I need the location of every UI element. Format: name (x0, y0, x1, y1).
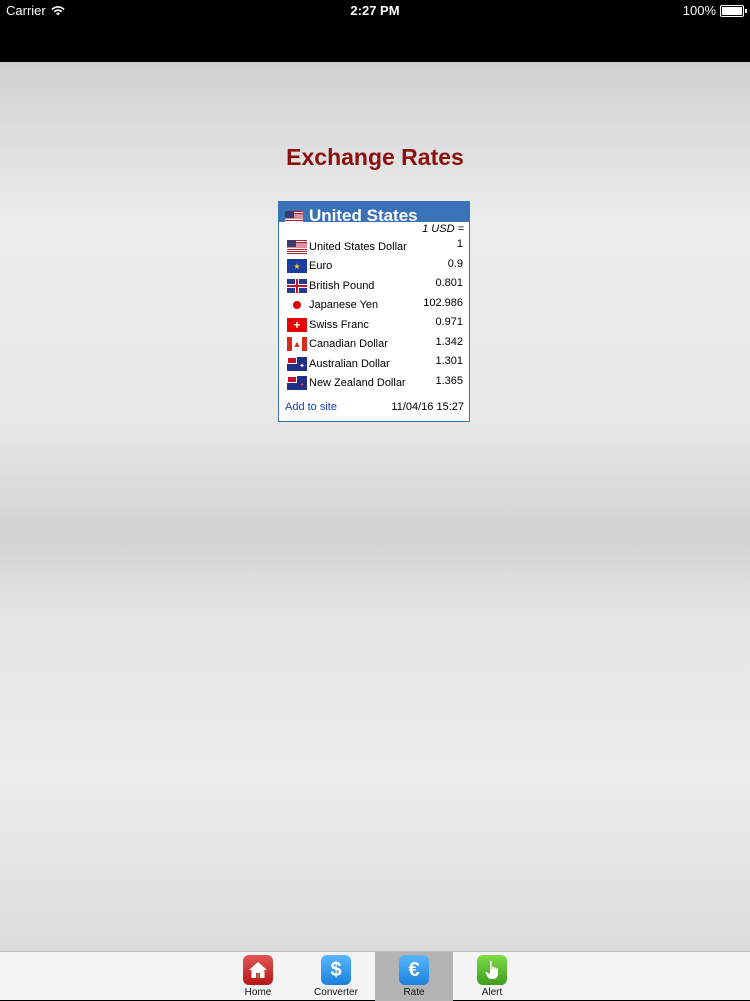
rate-row-chf: + Swiss Franc 0.971 (279, 315, 469, 335)
currency-value: 1 (456, 238, 463, 250)
tab-label: Rate (403, 987, 425, 998)
currency-value: 0.801 (435, 277, 463, 289)
hand-pointer-icon (477, 955, 507, 985)
rate-row-usd: United States Dollar 1 (279, 237, 469, 257)
rates-list: United States Dollar 1 ★ Euro 0.9 Britis… (279, 237, 469, 393)
main-content: Exchange Rates United States 1 USD = Uni… (0, 62, 750, 951)
rate-row-eur: ★ Euro 0.9 (279, 257, 469, 277)
rate-row-jpy: Japanese Yen 102.986 (279, 296, 469, 316)
rate-row-cad: ▲ Canadian Dollar 1.342 (279, 335, 469, 355)
au-flag-icon: ✦ (287, 356, 307, 371)
ca-flag-icon: ▲ (287, 337, 307, 352)
currency-value: 0.9 (447, 257, 463, 270)
currency-value: 1.301 (435, 355, 463, 367)
tab-label: Home (244, 987, 272, 998)
eu-flag-icon: ★ (287, 259, 307, 274)
clock: 2:27 PM (350, 3, 400, 18)
jp-flag-icon (287, 298, 307, 313)
currency-value: 102.986 (423, 296, 463, 309)
status-right: 100% (682, 3, 747, 18)
status-bar: Carrier 2:27 PM 100% (0, 0, 750, 62)
rate-row-nzd: ✦ New Zealand Dollar 1.365 (279, 374, 469, 394)
tab-label: Alert (481, 987, 503, 998)
currency-value: 0.971 (435, 316, 463, 328)
home-icon (243, 955, 273, 985)
us-flag-icon (287, 239, 307, 254)
tab-home[interactable]: Home (219, 952, 297, 1001)
battery-percent: 100% (682, 3, 716, 18)
gb-flag-icon (287, 278, 307, 293)
widget-header: United States (279, 202, 469, 222)
exchange-rate-widget: United States 1 USD = United States Doll… (278, 201, 470, 422)
widget-footer: Add to site 11/04/16 15:27 (285, 401, 464, 413)
euro-icon: € (399, 955, 429, 985)
widget-header-title: United States (309, 206, 418, 223)
us-flag-icon (285, 211, 303, 222)
currency-name: United States Dollar (309, 240, 407, 253)
rates-timestamp: 11/04/16 15:27 (391, 401, 464, 413)
tab-alert[interactable]: Alert (453, 952, 531, 1001)
add-to-site-link[interactable]: Add to site (285, 401, 337, 413)
tab-rate[interactable]: € Rate (375, 952, 453, 1001)
base-currency-label: 1 USD = (422, 223, 464, 235)
battery-icon (720, 4, 747, 17)
currency-name: Euro (309, 260, 333, 273)
tab-bar: Home $ Converter € Rate Alert (0, 951, 750, 1001)
nz-flag-icon: ✦ (287, 376, 307, 391)
currency-value: 1.365 (435, 374, 463, 387)
currency-value: 1.342 (435, 335, 463, 348)
page-title: Exchange Rates (286, 144, 464, 170)
ch-flag-icon: + (287, 317, 307, 332)
tab-converter[interactable]: $ Converter (297, 952, 375, 1001)
rate-row-aud: ✦ Australian Dollar 1.301 (279, 354, 469, 374)
tab-label: Converter (314, 987, 358, 998)
rate-row-gbp: British Pound 0.801 (279, 276, 469, 296)
dollar-icon: $ (321, 955, 351, 985)
